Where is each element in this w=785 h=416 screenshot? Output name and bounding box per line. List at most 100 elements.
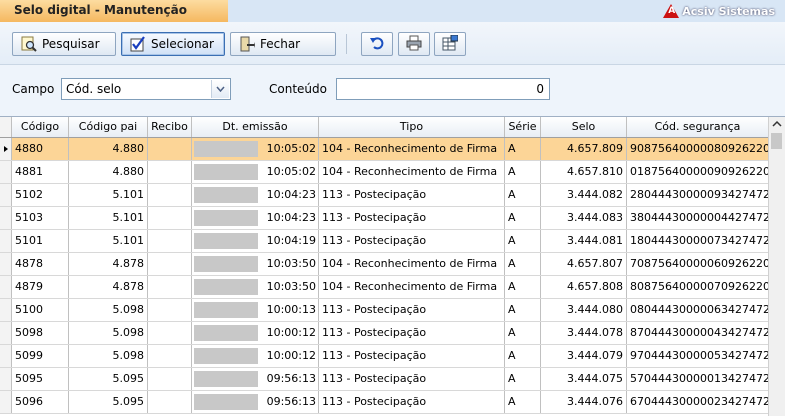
cell-codigo[interactable]: 5095 — [12, 368, 69, 390]
cell-codigo-pai[interactable]: 4.878 — [69, 276, 148, 298]
cell-serie[interactable]: A — [505, 253, 541, 275]
cell-codigo-pai[interactable]: 4.880 — [69, 161, 148, 183]
cell-cod-seg[interactable]: 70875640000060926220 — [627, 253, 769, 275]
print-button[interactable] — [398, 32, 430, 56]
cell-selo[interactable]: 3.444.083 — [541, 207, 627, 229]
cell-codigo[interactable]: 5098 — [12, 322, 69, 344]
col-header-dt-emissao[interactable]: Dt. emissão — [192, 117, 319, 137]
selecionar-button[interactable]: Selecionar — [121, 32, 225, 56]
cell-selo[interactable]: 4.657.807 — [541, 253, 627, 275]
cell-codigo[interactable]: 5096 — [12, 391, 69, 413]
cell-codigo-pai[interactable]: 5.095 — [69, 391, 148, 413]
cell-cod-seg[interactable]: 90875640000080926220 — [627, 138, 769, 160]
cell-serie[interactable]: A — [505, 138, 541, 160]
cell-recibo[interactable] — [148, 184, 192, 206]
table-row[interactable]: 5103 5.101 10:04:23 113 - Postecipação A 3.44… — [0, 207, 769, 230]
cell-hora[interactable]: 10:00:13 — [192, 299, 319, 321]
results-grid[interactable]: Código Código pai Recibo Dt. emissão Tip… — [0, 116, 785, 416]
table-row[interactable]: 4880 4.880 10:05:02 104 - Reconhecimento de… — [0, 138, 769, 161]
cell-cod-seg[interactable]: 97044430000053427472 — [627, 345, 769, 367]
table-row[interactable]: 5101 5.101 10:04:19 113 - Postecipação A 3.44… — [0, 230, 769, 253]
cell-tipo[interactable]: 104 - Reconhecimento de Firma — [319, 253, 505, 275]
cell-selo[interactable]: 3.444.082 — [541, 184, 627, 206]
cell-hora[interactable]: 10:05:02 — [192, 138, 319, 160]
table-row[interactable]: 4881 4.880 10:05:02 104 - Reconhecimento de… — [0, 161, 769, 184]
cell-tipo[interactable]: 104 - Reconhecimento de Firma — [319, 138, 505, 160]
cell-codigo[interactable]: 4880 — [12, 138, 69, 160]
cell-tipo[interactable]: 113 - Postecipação — [319, 207, 505, 229]
cell-hora[interactable]: 10:00:12 — [192, 322, 319, 344]
table-row[interactable]: 4878 4.878 10:03:50 104 - Reconhecimento de… — [0, 253, 769, 276]
cell-codigo-pai[interactable]: 4.880 — [69, 138, 148, 160]
cell-tipo[interactable]: 104 - Reconhecimento de Firma — [319, 161, 505, 183]
cell-serie[interactable]: A — [505, 276, 541, 298]
cell-codigo[interactable]: 5101 — [12, 230, 69, 252]
cell-serie[interactable]: A — [505, 368, 541, 390]
col-header-codigo[interactable]: Código — [12, 117, 69, 137]
cell-serie[interactable]: A — [505, 230, 541, 252]
cell-recibo[interactable] — [148, 253, 192, 275]
cell-tipo[interactable]: 113 - Postecipação — [319, 299, 505, 321]
cell-serie[interactable]: A — [505, 207, 541, 229]
col-header-recibo[interactable]: Recibo — [148, 117, 192, 137]
scrollbar-thumb[interactable] — [771, 133, 782, 149]
cell-codigo-pai[interactable]: 5.101 — [69, 230, 148, 252]
cell-recibo[interactable] — [148, 138, 192, 160]
cell-serie[interactable]: A — [505, 322, 541, 344]
cell-tipo[interactable]: 113 - Postecipação — [319, 345, 505, 367]
scroll-up-icon[interactable] — [769, 117, 785, 131]
cell-hora[interactable]: 10:04:23 — [192, 207, 319, 229]
cell-codigo-pai[interactable]: 4.878 — [69, 253, 148, 275]
cell-recibo[interactable] — [148, 391, 192, 413]
cell-selo[interactable]: 3.444.076 — [541, 391, 627, 413]
cell-selo[interactable]: 4.657.808 — [541, 276, 627, 298]
cell-serie[interactable]: A — [505, 184, 541, 206]
table-row[interactable]: 5095 5.095 09:56:13 113 - Postecipação A 3.44… — [0, 368, 769, 391]
cell-selo[interactable]: 3.444.075 — [541, 368, 627, 390]
table-row[interactable]: 5102 5.101 10:04:23 113 - Postecipação A 3.44… — [0, 184, 769, 207]
conteudo-input[interactable]: 0 — [336, 78, 550, 100]
cell-codigo-pai[interactable]: 5.095 — [69, 368, 148, 390]
cell-hora[interactable]: 10:04:23 — [192, 184, 319, 206]
col-header-selo[interactable]: Selo — [541, 117, 627, 137]
cell-tipo[interactable]: 113 - Postecipação — [319, 230, 505, 252]
table-row[interactable]: 5100 5.098 10:00:13 113 - Postecipação A 3.44… — [0, 299, 769, 322]
vertical-scrollbar[interactable] — [768, 117, 785, 416]
cell-tipo[interactable]: 113 - Postecipação — [319, 184, 505, 206]
cell-recibo[interactable] — [148, 299, 192, 321]
col-header-serie[interactable]: Série — [505, 117, 541, 137]
cell-serie[interactable]: A — [505, 345, 541, 367]
cell-tipo[interactable]: 113 - Postecipação — [319, 391, 505, 413]
col-header-cod-seguranca[interactable]: Cód. segurança — [627, 117, 769, 137]
cell-recibo[interactable] — [148, 276, 192, 298]
cell-hora[interactable]: 10:03:50 — [192, 276, 319, 298]
refresh-button[interactable] — [361, 32, 393, 56]
cell-selo[interactable]: 3.444.078 — [541, 322, 627, 344]
table-row[interactable]: 5096 5.095 09:56:13 113 - Postecipação A 3.44… — [0, 391, 769, 414]
fechar-button[interactable]: Fechar — [230, 32, 336, 56]
cell-hora[interactable]: 09:56:13 — [192, 391, 319, 413]
cell-cod-seg[interactable]: 80875640000070926220 — [627, 276, 769, 298]
cell-serie[interactable]: A — [505, 161, 541, 183]
cell-serie[interactable]: A — [505, 299, 541, 321]
cell-hora[interactable]: 10:00:12 — [192, 345, 319, 367]
cell-cod-seg[interactable]: 67044430000023427472 — [627, 391, 769, 413]
cell-recibo[interactable] — [148, 368, 192, 390]
cell-codigo-pai[interactable]: 5.098 — [69, 299, 148, 321]
cell-codigo[interactable]: 4879 — [12, 276, 69, 298]
cell-selo[interactable]: 3.444.081 — [541, 230, 627, 252]
cell-selo[interactable]: 4.657.810 — [541, 161, 627, 183]
cell-codigo-pai[interactable]: 5.098 — [69, 345, 148, 367]
cell-codigo[interactable]: 5103 — [12, 207, 69, 229]
col-header-codigo-pai[interactable]: Código pai — [69, 117, 148, 137]
cell-codigo[interactable]: 5102 — [12, 184, 69, 206]
cell-codigo-pai[interactable]: 5.101 — [69, 184, 148, 206]
cell-recibo[interactable] — [148, 230, 192, 252]
cell-hora[interactable]: 10:04:19 — [192, 230, 319, 252]
chevron-down-icon[interactable] — [211, 80, 229, 98]
campo-select[interactable]: Cód. selo — [61, 78, 231, 100]
table-row[interactable]: 4879 4.878 10:03:50 104 - Reconhecimento de… — [0, 276, 769, 299]
col-header-tipo[interactable]: Tipo — [319, 117, 505, 137]
cell-tipo[interactable]: 113 - Postecipação — [319, 368, 505, 390]
cell-tipo[interactable]: 104 - Reconhecimento de Firma — [319, 276, 505, 298]
